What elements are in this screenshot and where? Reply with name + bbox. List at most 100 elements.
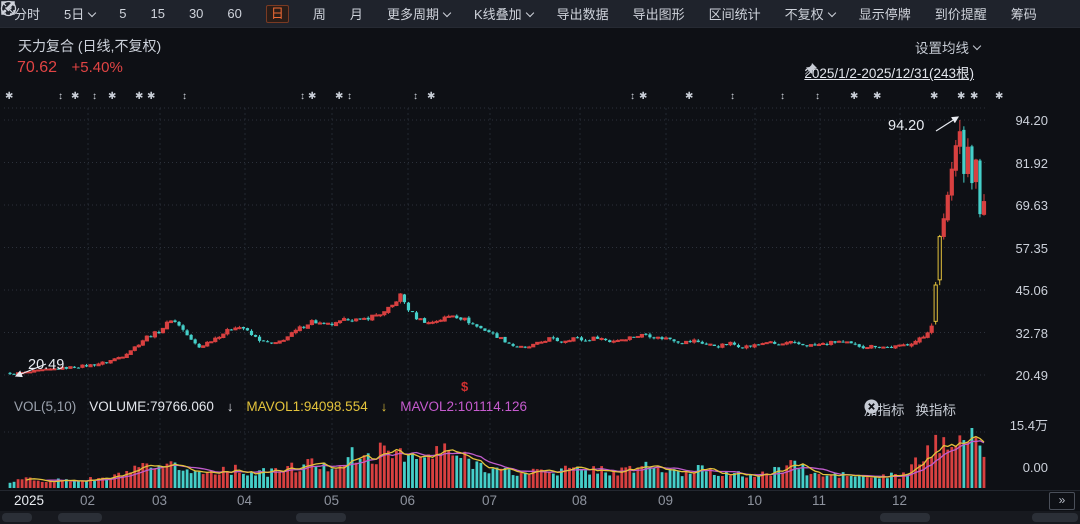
- month-label: 04: [237, 493, 252, 508]
- price-row: 70.62 +5.40%: [17, 59, 123, 77]
- toolbar-item-13[interactable]: 区间统计: [709, 4, 761, 23]
- updown-arrow-event-icon[interactable]: ↕: [780, 91, 785, 102]
- toolbar-item-12[interactable]: 导出图形: [633, 4, 685, 23]
- toolbar-item-2[interactable]: 5: [119, 6, 126, 21]
- star-event-icon[interactable]: ✱: [5, 91, 13, 102]
- toolbar-item-16[interactable]: 到价提醒: [935, 4, 987, 23]
- chevron-down-icon: [525, 8, 533, 16]
- star-event-icon[interactable]: ✱: [685, 91, 693, 102]
- scrollbar-thumb[interactable]: [2, 513, 32, 522]
- star-event-icon[interactable]: ✱: [639, 91, 647, 102]
- month-label: 05: [324, 493, 339, 508]
- toolbar-item-5[interactable]: 60: [227, 6, 241, 21]
- star-event-icon[interactable]: ✱: [995, 91, 1003, 102]
- star-event-icon[interactable]: ✱: [308, 91, 316, 102]
- volume-pane-controls: 加指标 换指标: [864, 399, 978, 419]
- price-tick-label: 20.49: [998, 368, 1048, 383]
- updown-arrow-event-icon[interactable]: ↕: [92, 91, 97, 102]
- scrollbar-thumb[interactable]: [296, 513, 346, 522]
- star-event-icon[interactable]: ✱: [873, 91, 881, 102]
- low-annotation: 20.49: [28, 357, 64, 373]
- date-range-row: 2025/1/2-2025/12/31(243根): [804, 62, 980, 82]
- ma-settings-button[interactable]: 设置均线: [915, 37, 980, 57]
- scrollbar-thumb[interactable]: [1032, 513, 1078, 522]
- chevron-down-icon: [827, 8, 835, 16]
- month-label: 02: [80, 493, 95, 508]
- toolbar-item-6[interactable]: 日: [266, 5, 289, 23]
- chevron-down-icon: [973, 42, 981, 50]
- last-price: 70.62: [17, 59, 57, 76]
- star-event-icon[interactable]: ✱: [427, 91, 435, 102]
- star-event-icon[interactable]: ✱: [930, 91, 938, 102]
- updown-arrow-event-icon[interactable]: ↕: [630, 91, 635, 102]
- star-event-icon[interactable]: ✱: [71, 91, 79, 102]
- volume-value: VOLUME:79766.060: [89, 399, 214, 414]
- toolbar-item-11[interactable]: 导出数据: [557, 4, 609, 23]
- updown-arrow-event-icon[interactable]: ↕: [413, 91, 418, 102]
- vol-indicator-name[interactable]: VOL(5,10): [14, 399, 76, 414]
- toolbar-item-0[interactable]: 分时: [14, 4, 40, 23]
- star-event-icon[interactable]: ✱: [147, 91, 155, 102]
- updown-arrow-event-icon[interactable]: ↕: [730, 91, 735, 102]
- mavol2-value: MAVOL2:101114.126: [400, 399, 527, 414]
- price-tick-label: 94.20: [998, 113, 1048, 128]
- updown-arrow-event-icon[interactable]: ↕: [300, 91, 305, 102]
- toolbar-item-17[interactable]: 筹码: [1011, 4, 1037, 23]
- toolbar-item-14[interactable]: 不复权: [785, 4, 835, 23]
- year-label: 2025: [14, 493, 44, 508]
- updown-arrow-event-icon[interactable]: ↕: [182, 91, 187, 102]
- star-event-icon[interactable]: ✱: [108, 91, 116, 102]
- horizontal-scrollbar[interactable]: [0, 511, 1080, 524]
- price-tick-label: 32.78: [998, 326, 1048, 341]
- event-markers-row: ✱↕✱↕✱✱✱↕↕✱✱↕↕✱↕✱✱↕↕↕✱✱✱✱✱✱: [0, 91, 1080, 107]
- updown-arrow-event-icon[interactable]: ↕: [58, 91, 63, 102]
- toolbar-item-4[interactable]: 30: [189, 6, 203, 21]
- chevron-down-icon: [88, 8, 96, 16]
- star-event-icon[interactable]: ✱: [957, 91, 965, 102]
- high-arrow: [936, 117, 958, 131]
- month-label: 10: [747, 493, 762, 508]
- vertical-gridlines: [88, 108, 900, 490]
- toolbar-item-7[interactable]: 周: [313, 4, 326, 23]
- volume-axis-min: 0.00: [1023, 460, 1048, 475]
- star-event-icon[interactable]: ✱: [335, 91, 343, 102]
- volume-indicator-header: VOL(5,10) VOLUME:79766.060 ↓ MAVOL1:9409…: [14, 399, 527, 414]
- price-tick-label: 69.63: [998, 198, 1048, 213]
- month-label: 07: [482, 493, 497, 508]
- star-event-icon[interactable]: ✱: [850, 91, 858, 102]
- month-label: 03: [152, 493, 167, 508]
- star-event-icon[interactable]: ✱: [970, 91, 978, 102]
- star-event-icon[interactable]: ✱: [135, 91, 143, 102]
- month-label: 06: [400, 493, 415, 508]
- price-tick-label: 57.35: [998, 241, 1048, 256]
- dividend-marker[interactable]: $: [461, 379, 468, 394]
- toolbar-item-8[interactable]: 月: [350, 4, 363, 23]
- month-label: 09: [658, 493, 673, 508]
- month-label: 11: [812, 493, 826, 508]
- toolbar-item-3[interactable]: 15: [150, 6, 164, 21]
- change-percent: +5.40%: [72, 59, 123, 76]
- stock-title: 天力复合 (日线,不复权): [18, 36, 161, 56]
- toolbar-item-1[interactable]: 5日: [64, 4, 95, 23]
- switch-indicator-button[interactable]: 换指标: [916, 399, 957, 419]
- toolbar-item-9[interactable]: 更多周期: [387, 4, 450, 23]
- volume-axis-max: 15.4万: [1010, 415, 1048, 434]
- date-range-link[interactable]: 2025/1/2-2025/12/31(243根): [804, 62, 974, 82]
- toolbar-item-10[interactable]: K线叠加: [474, 4, 533, 23]
- mavol1-value: MAVOL1:94098.554: [246, 399, 367, 414]
- toolbar-item-15[interactable]: 显示停牌: [859, 4, 911, 23]
- ma-settings-label: 设置均线: [915, 37, 969, 57]
- scroll-next-button[interactable]: »: [1049, 492, 1075, 510]
- top-toolbar: 分时 5日 5 15 30 60 日 周 月 更多周期 K线叠加 导出数据 导出图形 区间统计 不复权 显示停…: [0, 0, 1080, 28]
- high-annotation: 94.20: [888, 118, 924, 134]
- price-tick-label: 81.92: [998, 156, 1048, 171]
- updown-arrow-event-icon[interactable]: ↕: [347, 91, 352, 102]
- scrollbar-thumb[interactable]: [880, 513, 930, 522]
- scrollbar-thumb[interactable]: [58, 513, 102, 522]
- price-tick-label: 45.06: [998, 283, 1048, 298]
- updown-arrow-event-icon[interactable]: ↕: [815, 91, 820, 102]
- volume-bars[interactable]: [9, 428, 986, 488]
- mavol1-down-arrow-icon: ↓: [381, 399, 388, 414]
- horizontal-gridlines: [0, 108, 1080, 491]
- chevron-down-icon: [443, 8, 451, 16]
